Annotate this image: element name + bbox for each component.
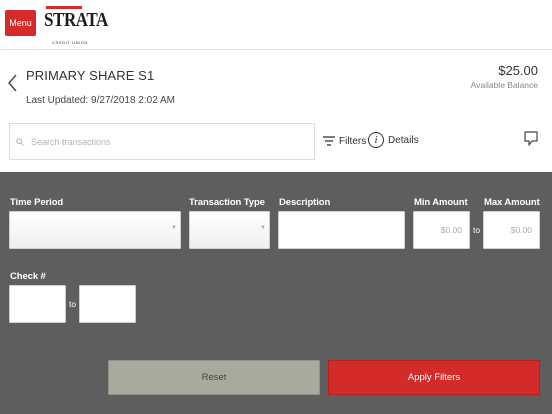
min-amount-label: Min Amount — [414, 197, 468, 208]
select-caret-icon: ▼ — [171, 225, 177, 231]
description-label: Description — [279, 197, 331, 208]
details-button[interactable]: i Details — [368, 130, 419, 150]
check-to-label: to — [69, 299, 77, 309]
filters-label: Filters — [339, 135, 367, 147]
strata-logo[interactable]: STRATA CREDIT UNION — [44, 4, 108, 46]
info-icon: i — [368, 132, 384, 148]
search-input[interactable] — [31, 136, 291, 147]
logo-tagline: CREDIT UNION — [52, 40, 89, 45]
check-number-label: Check # — [10, 271, 46, 282]
min-amount-field[interactable]: $0.00 — [413, 211, 470, 249]
time-period-select[interactable]: ▼ — [9, 211, 181, 249]
logo-wordmark: STRATA — [44, 9, 108, 31]
top-bar: Menu STRATA CREDIT UNION — [0, 0, 552, 50]
time-period-label: Time Period — [10, 197, 64, 208]
transaction-type-label: Transaction Type — [189, 197, 265, 208]
available-balance-amount: $25.00 — [498, 63, 538, 78]
max-amount-label: Max Amount — [484, 197, 540, 208]
description-field[interactable] — [278, 211, 405, 249]
filters-button[interactable]: Filters — [323, 132, 366, 150]
check-to-field[interactable] — [79, 285, 136, 323]
last-updated: Last Updated: 9/27/2018 2:02 AM — [26, 95, 175, 106]
filter-lines-icon — [323, 136, 335, 146]
check-from-field[interactable] — [9, 285, 66, 323]
account-header: PRIMARY SHARE S1 Last Updated: 9/27/2018… — [0, 51, 552, 117]
account-name: PRIMARY SHARE S1 — [26, 68, 155, 83]
details-label: Details — [388, 134, 419, 146]
chat-bubble-icon[interactable] — [523, 130, 539, 148]
select-caret-icon: ▼ — [260, 225, 266, 231]
amount-to-label: to — [473, 225, 481, 235]
search-icon — [16, 137, 24, 146]
reset-button[interactable]: Reset — [108, 360, 320, 395]
transaction-type-select[interactable]: ▼ — [189, 211, 270, 249]
max-amount-field[interactable]: $0.00 — [483, 211, 540, 249]
search-box[interactable] — [9, 123, 315, 160]
available-balance-label: Available Balance — [470, 80, 538, 90]
apply-filters-button[interactable]: Apply Filters — [328, 360, 540, 395]
app-root: Menu STRATA CREDIT UNION PRIMARY SHARE S… — [0, 0, 552, 414]
menu-button[interactable]: Menu — [5, 10, 36, 36]
chevron-left-icon[interactable] — [7, 73, 18, 93]
